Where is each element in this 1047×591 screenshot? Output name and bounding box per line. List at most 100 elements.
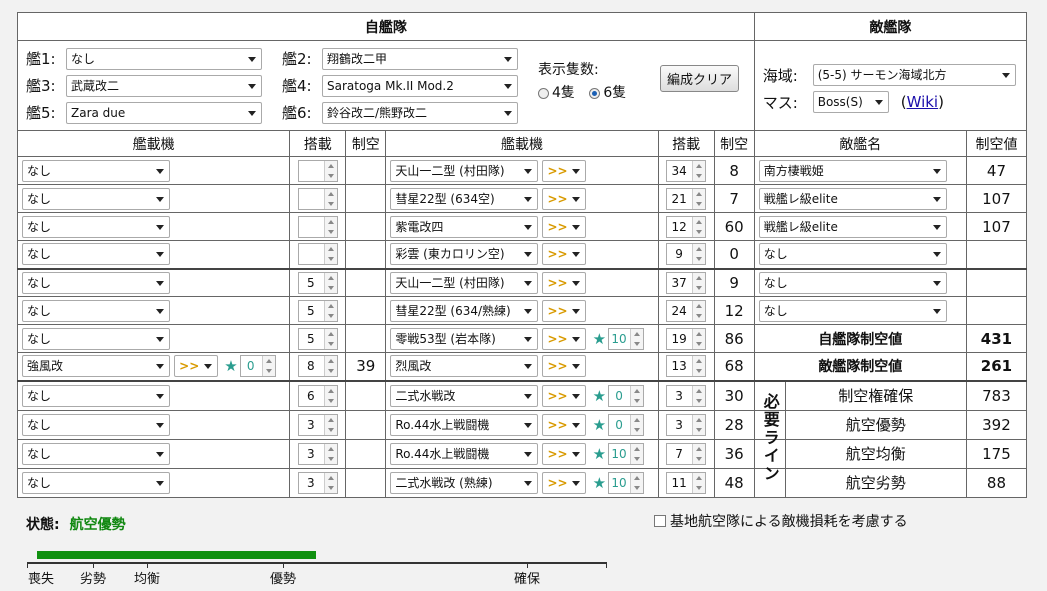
spinner-arrows-icon[interactable] (692, 472, 706, 493)
proficiency-select[interactable]: >> (542, 413, 587, 436)
spinner-arrows-icon[interactable] (323, 188, 337, 209)
spinner-arrows-icon[interactable] (323, 356, 337, 377)
node-select[interactable]: Boss(S) (812, 91, 889, 113)
spinner-arrows-icon[interactable] (323, 472, 337, 493)
equip-select[interactable]: 零戦53型 (岩本隊) (390, 327, 539, 350)
equip-select[interactable]: なし (22, 215, 170, 238)
equip-select[interactable]: なし (22, 243, 170, 266)
equip-select[interactable]: 彗星22型 (634/熟練) (390, 299, 539, 322)
spinner-arrows-icon[interactable] (323, 244, 337, 265)
spinner-arrows-icon[interactable] (323, 160, 337, 181)
equip-select[interactable]: 天山一二型 (村田隊) (390, 159, 539, 182)
enemy-select[interactable]: なし (758, 271, 947, 294)
spinner-arrows-icon[interactable] (692, 216, 706, 237)
slot-spinner[interactable]: 3 (666, 384, 707, 407)
proficiency-select[interactable]: >> (542, 442, 587, 465)
equip-select[interactable]: なし (22, 471, 170, 494)
slot-spinner[interactable]: 9 (666, 243, 707, 266)
clear-fleet-button[interactable]: 編成クリア (660, 65, 740, 92)
spinner-arrows-icon[interactable] (692, 356, 706, 377)
improvement-spinner[interactable]: 10 (608, 471, 645, 494)
proficiency-select[interactable]: >> (542, 159, 587, 182)
wiki-link[interactable]: Wiki (907, 93, 939, 111)
improvement-spinner[interactable]: 0 (608, 413, 645, 436)
sea-area-select[interactable]: (5-5) サーモン海域北方 (812, 64, 1016, 86)
spinner-arrows-icon[interactable] (323, 414, 337, 435)
spinner-arrows-icon[interactable] (692, 328, 706, 349)
equip-select[interactable]: なし (22, 299, 170, 322)
radio-selected-icon[interactable] (589, 87, 601, 99)
equip-select[interactable]: なし (22, 271, 170, 294)
slot-spinner[interactable]: 11 (666, 471, 707, 494)
equip-select[interactable]: なし (22, 159, 170, 182)
improvement[interactable]: ★ 10 (591, 471, 645, 494)
proficiency-select[interactable]: >> (542, 299, 587, 322)
proficiency-select[interactable]: >> (542, 471, 587, 494)
improvement[interactable]: ★ 0 (222, 355, 276, 378)
equip-select[interactable]: 強風改 (22, 355, 170, 378)
slot-spinner[interactable]: 3 (297, 413, 338, 436)
enemy-select[interactable]: 戦艦レ級elite (758, 187, 947, 210)
slot-spinner[interactable]: 5 (297, 327, 338, 350)
spinner-arrows-icon[interactable] (323, 385, 337, 406)
spinner-arrows-icon[interactable] (692, 244, 706, 265)
proficiency-select[interactable]: >> (542, 215, 587, 238)
improvement-spinner[interactable]: 0 (608, 384, 645, 407)
equip-select[interactable]: なし (22, 384, 170, 407)
slot-spinner[interactable]: 3 (297, 471, 338, 494)
spinner-arrows-icon[interactable] (692, 414, 706, 435)
slot-spinner[interactable]: 24 (666, 299, 707, 322)
slot-spinner[interactable]: 12 (666, 215, 707, 238)
ship-select-3[interactable]: 武蔵改二 (66, 74, 262, 97)
improvement[interactable]: ★ 0 (591, 384, 645, 407)
enemy-select[interactable]: 南方棲戦姫 (758, 159, 947, 182)
spinner-arrows-icon[interactable] (692, 443, 706, 464)
equip-select[interactable]: なし (22, 327, 170, 350)
slot-spinner[interactable]: 3 (666, 413, 707, 436)
improvement-spinner[interactable]: 10 (608, 327, 645, 350)
proficiency-select[interactable]: >> (542, 355, 587, 378)
slot-spinner[interactable]: 21 (666, 187, 707, 210)
spinner-arrows-icon[interactable] (692, 385, 706, 406)
slot-spinner[interactable]: 34 (666, 159, 707, 182)
spinner-arrows-icon[interactable] (323, 328, 337, 349)
equip-select[interactable]: 二式水戦改 (熟練) (390, 471, 539, 494)
equip-select[interactable]: なし (22, 442, 170, 465)
slot-spinner[interactable] (297, 187, 338, 210)
slot-spinner[interactable]: 8 (297, 355, 338, 378)
spinner-arrows-icon[interactable] (323, 443, 337, 464)
equip-select[interactable]: 烈風改 (390, 355, 539, 378)
equip-select[interactable]: Ro.44水上戦闘機 (390, 442, 539, 465)
spinner-arrows-icon[interactable] (692, 300, 706, 321)
radio-icon[interactable] (538, 87, 549, 99)
spinner-arrows-icon[interactable] (692, 188, 706, 209)
ship-select-5[interactable]: Zara due (66, 101, 262, 124)
spinner-arrows-icon[interactable] (323, 216, 337, 237)
slot-spinner[interactable]: 13 (666, 355, 707, 378)
slot-spinner[interactable]: 19 (666, 327, 707, 350)
spinner-arrows-icon[interactable] (630, 472, 644, 493)
proficiency-select[interactable]: >> (542, 187, 587, 210)
slot-spinner[interactable]: 37 (666, 271, 707, 294)
ship-select-2[interactable]: 翔鶴改二甲 (322, 47, 518, 70)
spinner-arrows-icon[interactable] (692, 272, 706, 293)
spinner-arrows-icon[interactable] (692, 160, 706, 181)
slot-spinner[interactable]: 5 (297, 299, 338, 322)
slot-spinner[interactable] (297, 243, 338, 266)
equip-select[interactable]: 二式水戦改 (390, 384, 539, 407)
spinner-arrows-icon[interactable] (630, 328, 644, 349)
improvement[interactable]: ★ 10 (591, 442, 645, 465)
base-consider-checkbox[interactable]: 基地航空隊による敵機損耗を考慮する (654, 511, 908, 531)
equip-select[interactable]: なし (22, 413, 170, 436)
equip-select[interactable]: 天山一二型 (村田隊) (390, 271, 539, 294)
spinner-arrows-icon[interactable] (630, 385, 644, 406)
equip-select[interactable]: 紫電改四 (390, 215, 539, 238)
proficiency-select[interactable]: >> (174, 355, 219, 378)
slot-spinner[interactable]: 5 (297, 271, 338, 294)
spinner-arrows-icon[interactable] (261, 356, 275, 377)
slot-spinner[interactable]: 6 (297, 384, 338, 407)
proficiency-select[interactable]: >> (542, 384, 587, 407)
equip-select[interactable]: 彗星22型 (634空) (390, 187, 539, 210)
enemy-select[interactable]: 戦艦レ級elite (758, 215, 947, 238)
checkbox-icon[interactable] (654, 515, 666, 527)
